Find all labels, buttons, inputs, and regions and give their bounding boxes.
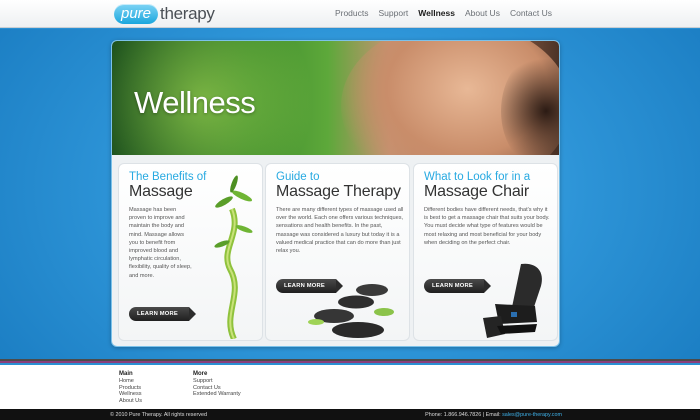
feature-guide-to-massage-therapy: Guide to Massage Therapy There are many … <box>265 163 410 341</box>
copyright-text: © 2010 Pure Therapy. All rights reserved <box>110 412 207 418</box>
bamboo-plant-icon <box>214 175 253 339</box>
content-card: Wellness The Benefits of Massage Massage… <box>111 40 560 347</box>
main-nav: Products Support Wellness About Us Conta… <box>335 8 552 18</box>
site-header: pure therapy Products Support Wellness A… <box>0 0 700 28</box>
logo-pill: pure <box>114 4 159 24</box>
feature-kicker: Guide to <box>276 171 320 183</box>
footer-link-extended-warranty[interactable]: Extended Warranty <box>193 391 241 397</box>
footer-heading: Main <box>119 371 133 377</box>
email-link[interactable]: sales@pure-therapy.com <box>502 412 562 418</box>
feature-kicker: What to Look for in a <box>424 171 531 183</box>
feature-heading: Massage Therapy <box>276 183 401 200</box>
feature-body: Massage has been proven to improve and m… <box>129 207 192 279</box>
footer-link-about-us[interactable]: About Us <box>119 398 142 404</box>
footer-main-links: Main Home Products Wellness About Us <box>119 371 142 404</box>
nav-contact-us[interactable]: Contact Us <box>510 8 552 18</box>
feature-columns: The Benefits of Massage Massage has been… <box>112 155 559 346</box>
spa-stones-icon <box>308 284 394 338</box>
nav-about-us[interactable]: About Us <box>465 8 500 18</box>
learn-more-button[interactable]: LEARN MORE <box>129 307 196 321</box>
contact-info: Phone: 1.866.946.7826 | Email: sales@pur… <box>425 412 562 418</box>
nav-support[interactable]: Support <box>379 8 409 18</box>
massage-chair-icon <box>483 263 542 338</box>
nav-products[interactable]: Products <box>335 8 369 18</box>
footer-heading: More <box>193 371 208 377</box>
feature-benefits-of-massage: The Benefits of Massage Massage has been… <box>118 163 263 341</box>
feature-heading: Massage <box>129 183 193 200</box>
feature-kicker: The Benefits of <box>129 171 207 183</box>
footer-bottom-bar: © 2010 Pure Therapy. All rights reserved… <box>0 409 700 420</box>
hero-title: Wellness <box>134 85 256 120</box>
logo[interactable]: pure therapy <box>114 3 215 25</box>
feature-body: Different bodies have different needs, t… <box>424 207 550 246</box>
nav-wellness[interactable]: Wellness <box>418 8 455 18</box>
logo-word: therapy <box>160 4 215 23</box>
feature-massage-chair: What to Look for in a Massage Chair Diff… <box>413 163 558 341</box>
site-footer: Main Home Products Wellness About Us Mor… <box>0 365 700 409</box>
feature-body: There are many different types of massag… <box>276 207 404 255</box>
phone-text: Phone: 1.866.946.7826 | Email: <box>425 412 501 418</box>
footer-more-links: More Support Contact Us Extended Warrant… <box>193 371 241 398</box>
footer-link-wellness[interactable]: Wellness <box>119 391 142 397</box>
feature-heading: Massage Chair <box>424 183 530 200</box>
hero-banner: Wellness <box>112 41 559 155</box>
